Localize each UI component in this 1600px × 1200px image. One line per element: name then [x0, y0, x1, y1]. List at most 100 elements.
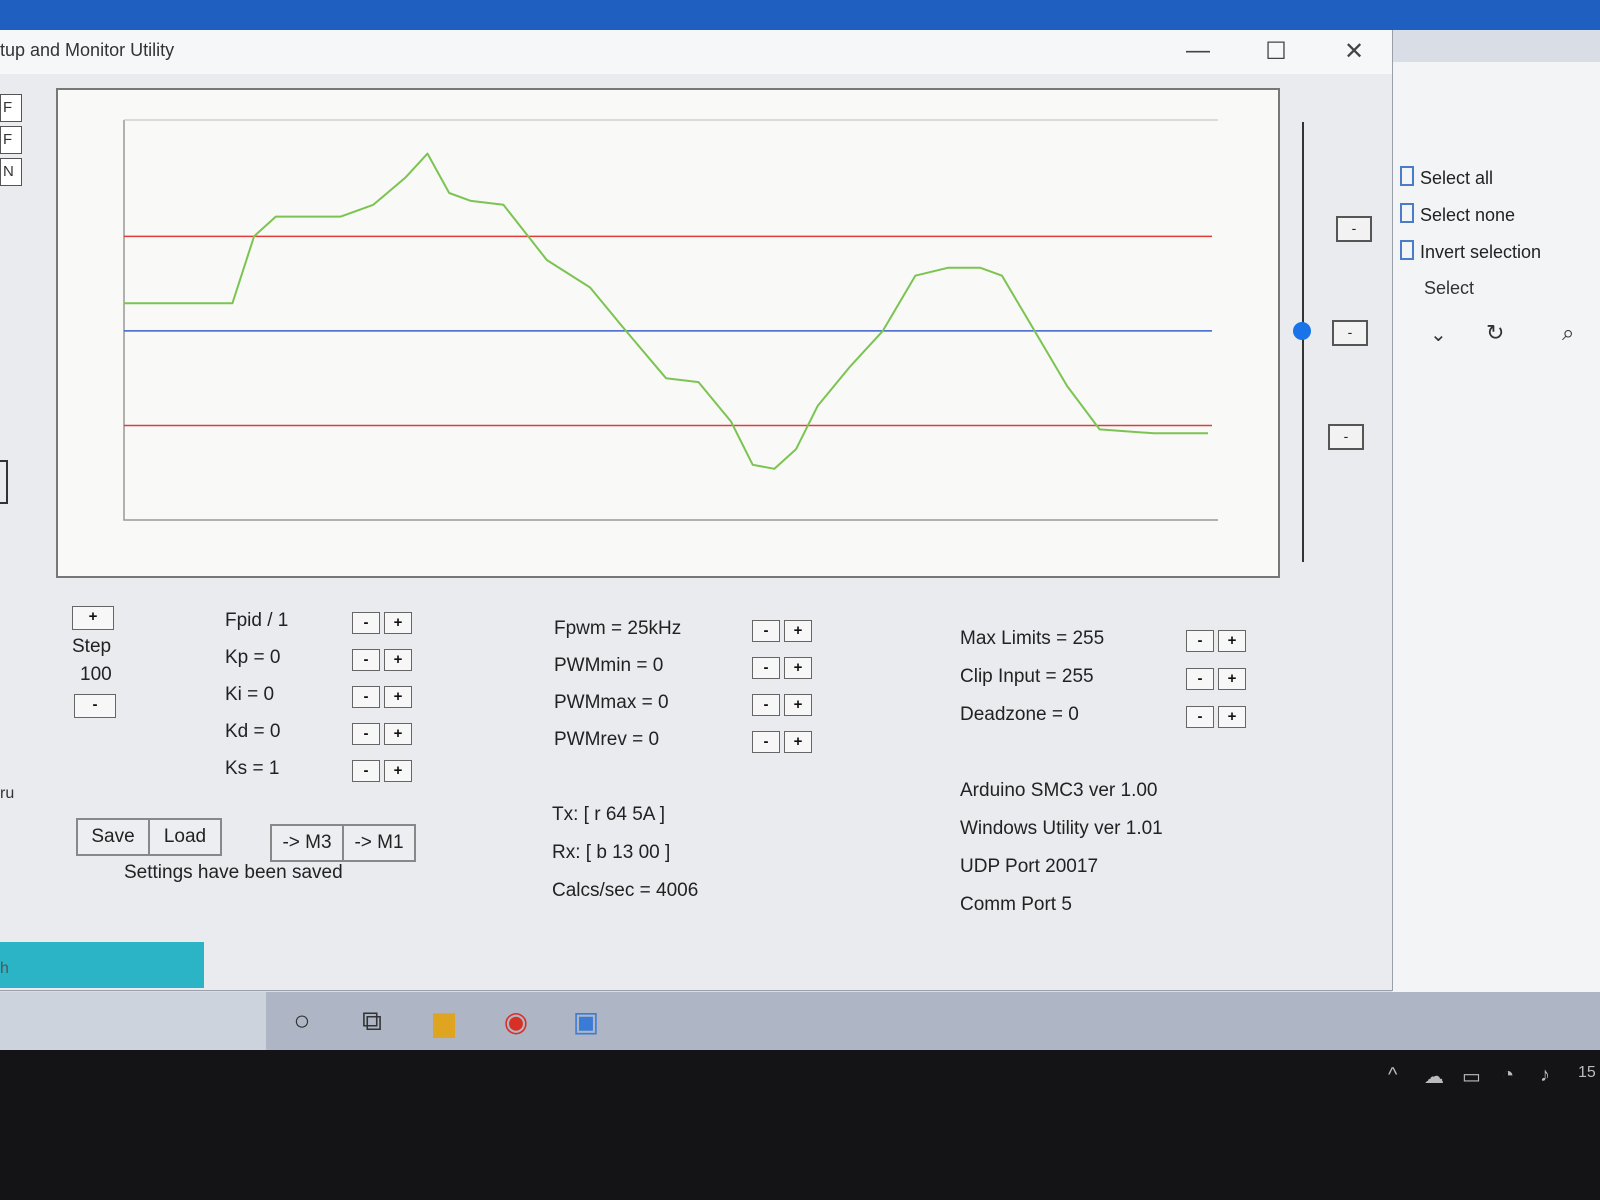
task-view-icon[interactable]: ⧉ [352, 1002, 392, 1040]
left-strip-item[interactable]: F [0, 126, 22, 154]
status-message: Settings have been saved [124, 862, 343, 883]
kd-label: Kd = 0 [225, 721, 281, 742]
kd-minus-button[interactable]: - [352, 723, 380, 745]
cortana-icon[interactable]: ○ [282, 1002, 322, 1040]
clip-input-label: Clip Input = 255 [960, 666, 1094, 687]
side-button-middle[interactable]: - [1332, 320, 1368, 346]
series-line-1 [124, 152, 1208, 470]
minimize-icon[interactable]: — [1178, 34, 1218, 68]
fpwm-plus-button[interactable]: + [784, 620, 812, 642]
kd-plus-button[interactable]: + [384, 723, 412, 745]
pwmrev-plus-button[interactable]: + [784, 731, 812, 753]
pwmmin-plus-button[interactable]: + [784, 657, 812, 679]
pwmmax-minus-button[interactable]: - [752, 694, 780, 716]
pwmmax-label: PWMmax = 0 [554, 692, 669, 713]
pwmrev-label: PWMrev = 0 [554, 729, 660, 750]
left-strip: F F N [0, 94, 22, 190]
step-plus-button[interactable]: + [72, 606, 114, 630]
side-button-bottom[interactable]: - [1328, 424, 1364, 450]
battery-icon[interactable]: ▭ [1462, 1064, 1481, 1089]
deadzone-label: Deadzone = 0 [960, 704, 1079, 725]
left-strip-item[interactable]: F [0, 94, 22, 122]
step-value: 100 [80, 664, 112, 685]
load-button[interactable]: Load [148, 818, 222, 856]
monitor-bezel [0, 1050, 1600, 1200]
chart-svg [123, 119, 1218, 521]
onedrive-icon[interactable]: ☁ [1424, 1064, 1444, 1089]
utility-window: tup and Monitor Utility — ☐ ✕ F F N ru -… [0, 30, 1393, 991]
clip-input-plus-button[interactable]: + [1218, 668, 1246, 690]
rx-readout: Rx: [ b 13 00 ] [552, 842, 671, 863]
left-edge-text: ru [0, 785, 15, 802]
kp-plus-button[interactable]: + [384, 649, 412, 671]
vertical-slider-thumb[interactable] [1293, 322, 1311, 340]
ki-minus-button[interactable]: - [352, 686, 380, 708]
select-none-icon [1400, 203, 1414, 223]
tx-readout: Tx: [ r 64 5A ] [552, 804, 665, 825]
window-title: tup and Monitor Utility [0, 40, 175, 60]
fpwm-minus-button[interactable]: - [752, 620, 780, 642]
pwmmin-minus-button[interactable]: - [752, 657, 780, 679]
utility-version: Windows Utility ver 1.01 [960, 818, 1163, 839]
max-limits-label: Max Limits = 255 [960, 628, 1105, 649]
deadzone-minus-button[interactable]: - [1186, 706, 1214, 728]
fpwm-label: Fpwm = 25kHz [554, 618, 682, 639]
step-minus-button[interactable]: - [74, 694, 116, 718]
step-label: Step [72, 636, 112, 657]
kp-minus-button[interactable]: - [352, 649, 380, 671]
comm-port: Comm Port 5 [960, 894, 1072, 915]
vertical-slider-track[interactable] [1302, 122, 1304, 562]
select-none-item[interactable]: Select none [1400, 203, 1515, 226]
utility-app-icon[interactable]: ▣ [566, 1002, 606, 1040]
pwmmax-plus-button[interactable]: + [784, 694, 812, 716]
fpid-plus-button[interactable]: + [384, 612, 412, 634]
ks-plus-button[interactable]: + [384, 760, 412, 782]
select-all-icon [1400, 166, 1414, 186]
search-icon[interactable]: ⌕ [1562, 320, 1574, 346]
title-bar: tup and Monitor Utility — ☐ ✕ [0, 30, 1392, 74]
max-limits-plus-button[interactable]: + [1218, 630, 1246, 652]
chrome-icon[interactable]: ◉ [496, 1002, 536, 1040]
calcs-readout: Calcs/sec = 4006 [552, 880, 699, 901]
invert-selection-item[interactable]: Invert selection [1400, 240, 1541, 263]
chevron-down-icon[interactable]: ⌄ [1430, 322, 1447, 347]
pwmmin-label: PWMmin = 0 [554, 655, 664, 676]
invert-selection-icon [1400, 240, 1414, 260]
ki-plus-button[interactable]: + [384, 686, 412, 708]
save-button[interactable]: Save [76, 818, 150, 856]
volume-icon[interactable]: ♪ [1540, 1064, 1550, 1087]
pwmrev-minus-button[interactable]: - [752, 731, 780, 753]
tray-clock[interactable]: 15 [1578, 1064, 1596, 1082]
file-explorer-icon[interactable]: ▆ [424, 1002, 464, 1040]
deadzone-plus-button[interactable]: + [1218, 706, 1246, 728]
arduino-version: Arduino SMC3 ver 1.00 [960, 780, 1158, 801]
side-button-top[interactable]: - [1336, 216, 1372, 242]
fpid-label: Fpid / 1 [225, 610, 289, 631]
background-status-text: h [0, 960, 9, 977]
ks-minus-button[interactable]: - [352, 760, 380, 782]
ki-label: Ki = 0 [225, 684, 275, 705]
udp-port: UDP Port 20017 [960, 856, 1099, 877]
left-strip-item[interactable]: N [0, 158, 22, 186]
select-group-label: Select [1424, 278, 1475, 298]
to-m3-button[interactable]: -> M3 [270, 824, 344, 862]
refresh-icon[interactable]: ↻ [1486, 320, 1504, 346]
maximize-icon[interactable]: ☐ [1256, 34, 1296, 68]
tray-chevron-icon[interactable]: ^ [1388, 1064, 1397, 1087]
monitor-chart [56, 88, 1280, 578]
taskbar: ○ ⧉ ▆ ◉ ▣ [0, 992, 1600, 1050]
close-icon[interactable]: ✕ [1334, 34, 1374, 68]
select-all-item[interactable]: Select all [1400, 166, 1493, 189]
max-limits-minus-button[interactable]: - [1186, 630, 1214, 652]
progress-bar [0, 942, 204, 988]
kp-label: Kp = 0 [225, 647, 281, 668]
left-edge-control [0, 460, 8, 504]
taskbar-search-area[interactable] [0, 992, 266, 1050]
clip-input-minus-button[interactable]: - [1186, 668, 1214, 690]
ks-label: Ks = 1 [225, 758, 280, 779]
chart-axes [123, 120, 1218, 521]
fpid-minus-button[interactable]: - [352, 612, 380, 634]
wifi-icon[interactable]: ◔ [1502, 1064, 1514, 1087]
to-m1-button[interactable]: -> M1 [342, 824, 416, 862]
desktop-background [0, 0, 1600, 30]
